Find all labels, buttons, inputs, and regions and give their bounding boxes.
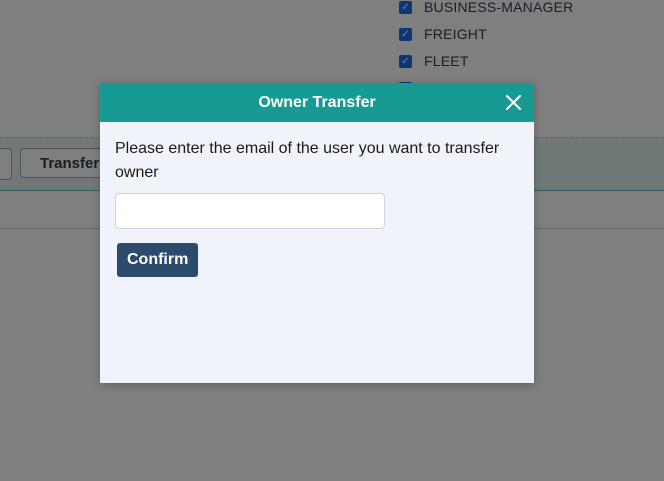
dialog-title: Owner Transfer	[258, 93, 376, 111]
dialog-prompt: Please enter the email of the user you w…	[115, 140, 500, 181]
dialog-header: Owner Transfer	[100, 83, 534, 122]
email-field[interactable]	[115, 193, 385, 229]
owner-transfer-dialog: Owner Transfer Please enter the email of…	[100, 83, 534, 383]
dialog-body: Please enter the email of the user you w…	[100, 122, 534, 277]
close-icon[interactable]	[505, 94, 522, 111]
confirm-button[interactable]: Confirm	[117, 243, 199, 277]
